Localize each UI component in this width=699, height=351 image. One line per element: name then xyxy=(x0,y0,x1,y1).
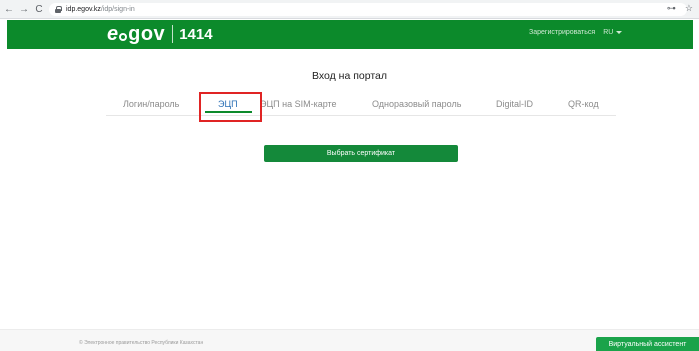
lock-icon xyxy=(55,6,62,13)
header-actions: Зарегистрироваться RU xyxy=(529,29,623,36)
copyright-text: © Электронное правительство Республики К… xyxy=(79,340,204,346)
site-header: e gov 1414 Зарегистрироваться RU xyxy=(7,20,693,49)
url-text: idp.egov.kz/idp/sign-in xyxy=(66,6,135,13)
logo-divider xyxy=(172,25,174,43)
forward-arrow-icon[interactable]: → xyxy=(18,2,30,16)
logo-gov: gov xyxy=(128,23,166,45)
virtual-assistant-button[interactable]: Виртуальный ассистент xyxy=(596,337,699,351)
key-icon[interactable]: ⊶ xyxy=(667,3,676,14)
select-certificate-button[interactable]: Выбрать сертификат xyxy=(264,145,458,162)
star-icon[interactable]: ☆ xyxy=(685,3,693,14)
browser-actions: ⊶ ☆ xyxy=(667,3,693,14)
egov-logo[interactable]: e gov 1414 xyxy=(107,24,213,44)
tab-eds-sim[interactable]: ЭЦП на SIM-карте xyxy=(260,99,337,109)
tab-digital-id[interactable]: Digital-ID xyxy=(496,99,533,109)
back-arrow-icon[interactable]: ← xyxy=(3,2,15,16)
logo-number: 1414 xyxy=(179,25,213,43)
tab-login-password[interactable]: Логин/пароль xyxy=(123,99,179,109)
logo-mark-icon xyxy=(119,32,128,41)
url-host: idp.egov.kz xyxy=(66,6,101,13)
address-bar[interactable]: idp.egov.kz/idp/sign-in xyxy=(49,3,687,16)
tab-one-time-password[interactable]: Одноразовый пароль xyxy=(372,99,461,109)
url-path: /idp/sign-in xyxy=(100,6,135,13)
language-selector[interactable]: RU xyxy=(603,29,613,36)
page-title: Вход на портал xyxy=(311,70,388,82)
reload-icon[interactable]: C xyxy=(33,2,45,16)
tab-qr-code[interactable]: QR-код xyxy=(568,99,599,109)
site-footer: © Электронное правительство Республики К… xyxy=(0,329,699,351)
register-link[interactable]: Зарегистрироваться xyxy=(529,29,595,36)
logo-e: e xyxy=(107,23,119,45)
browser-toolbar: ← → C idp.egov.kz/idp/sign-in ⊶ ☆ xyxy=(0,0,699,19)
chevron-down-icon[interactable] xyxy=(616,31,623,34)
annotation-highlight-box xyxy=(199,92,262,122)
login-method-tabs: Логин/пароль ЭЦП ЭЦП на SIM-карте Однора… xyxy=(106,96,616,116)
